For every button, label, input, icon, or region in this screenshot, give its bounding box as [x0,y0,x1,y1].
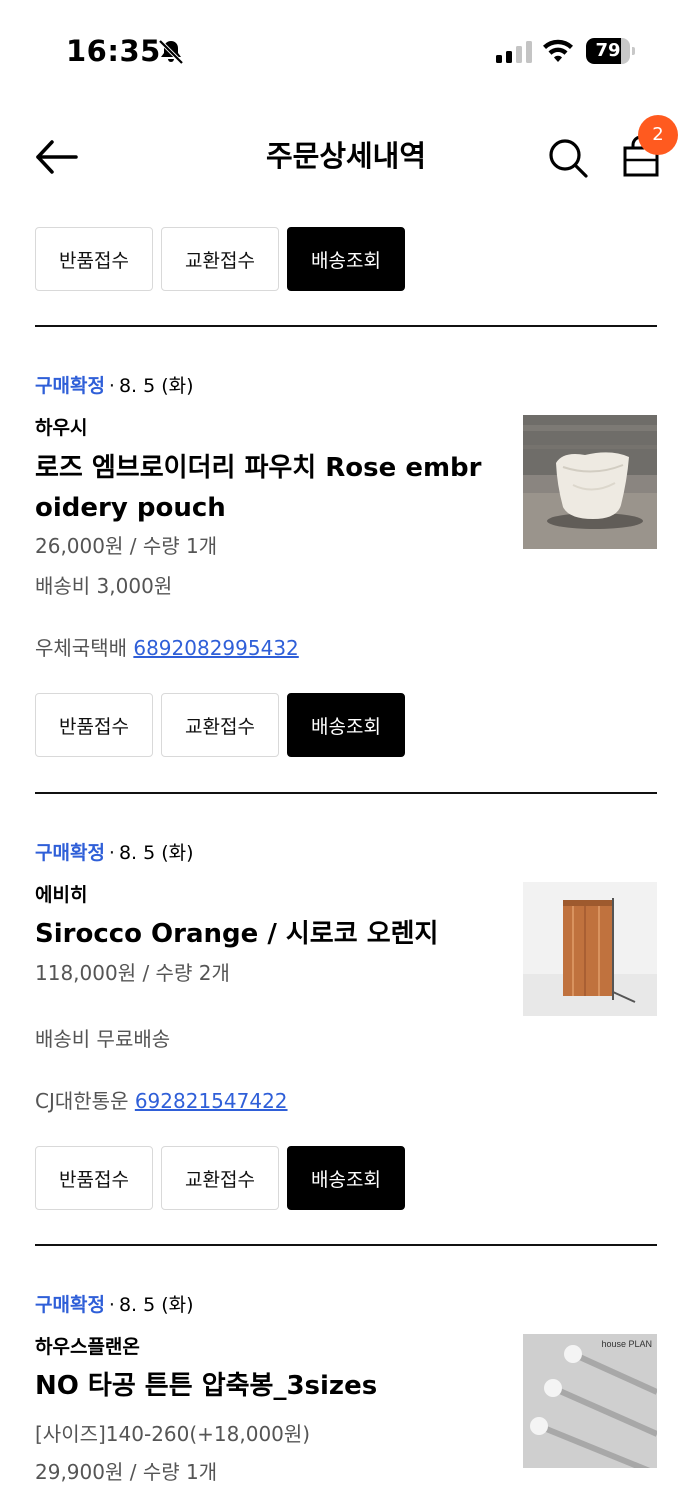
return-button[interactable]: 반품접수 [35,1146,153,1210]
bell-slash-icon [158,39,184,65]
tracking-number-link[interactable]: 692821547422 [135,1089,288,1113]
order-status-line: 구매확정 · 8. 5 (화) [35,372,194,400]
separator-dot: · [108,1294,115,1316]
order-date: 8. 5 (화) [118,842,194,864]
product-name[interactable]: 로즈 엠브로이더리 파우치 Rose embroidery pouch [35,448,495,528]
exchange-button[interactable]: 교환접수 [161,227,279,291]
separator-dot: · [108,842,115,864]
wifi-icon [543,39,573,62]
divider [35,792,657,794]
track-shipping-button[interactable]: 배송조회 [287,693,405,757]
separator-dot: · [108,375,115,397]
tracking-info: CJ대한통운 692821547422 [35,1086,288,1116]
signal-icon [496,41,532,63]
product-thumbnail-image [523,1334,657,1468]
order-action-row: 반품접수 교환접수 배송조회 [35,1146,405,1210]
carrier-name: CJ대한통운 [35,1089,129,1113]
order-status-line: 구매확정 · 8. 5 (화) [35,839,194,867]
divider [35,325,657,327]
tracking-info: 우체국택배 6892082995432 [35,633,299,663]
return-button[interactable]: 반품접수 [35,227,153,291]
exchange-button[interactable]: 교환접수 [161,1146,279,1210]
order-status: 구매확정 [35,842,105,864]
product-option: [사이즈]140-260(+18,000원) [35,1422,311,1446]
order-date: 8. 5 (화) [118,375,194,397]
product-thumbnail[interactable]: house PLAN [523,1334,657,1468]
search-icon[interactable] [546,136,590,180]
return-button[interactable]: 반품접수 [35,693,153,757]
shipping-fee: 배송비 3,000원 [35,574,173,598]
status-time: 16:35 [66,34,161,68]
product-thumbnail[interactable] [523,882,657,1016]
divider [35,1244,657,1246]
exchange-button[interactable]: 교환접수 [161,693,279,757]
shop-name[interactable]: 하우스플랜온 [35,1333,140,1361]
track-shipping-button[interactable]: 배송조회 [287,227,405,291]
order-action-row: 반품접수 교환접수 배송조회 [35,693,405,757]
product-thumbnail[interactable] [523,415,657,549]
shop-name[interactable]: 에비히 [35,881,87,909]
order-status-line: 구매확정 · 8. 5 (화) [35,1291,194,1319]
track-shipping-button[interactable]: 배송조회 [287,1146,405,1210]
carrier-name: 우체국택배 [35,636,127,660]
order-date: 8. 5 (화) [118,1294,194,1316]
battery-level: 79 [595,40,621,61]
order-status: 구매확정 [35,1294,105,1316]
thumbnail-brand-text: house PLAN [601,1339,652,1349]
tracking-number-link[interactable]: 6892082995432 [133,636,298,660]
price-quantity: 26,000원 / 수량 1개 [35,534,218,558]
shop-name[interactable]: 하우시 [35,414,87,442]
price-quantity: 29,900원 / 수량 1개 [35,1460,218,1484]
order-status: 구매확정 [35,375,105,397]
battery-icon: 79 [586,38,636,64]
shipping-fee: 배송비 무료배송 [35,1027,171,1051]
price-quantity: 118,000원 / 수량 2개 [35,961,230,985]
cart-count-badge: 2 [638,115,678,155]
product-name[interactable]: Sirocco Orange / 시로코 오렌지 [35,914,495,954]
top-action-row: 반품접수 교환접수 배송조회 [35,227,405,291]
product-name[interactable]: NO 타공 튼튼 압축봉_3sizes [35,1366,495,1406]
